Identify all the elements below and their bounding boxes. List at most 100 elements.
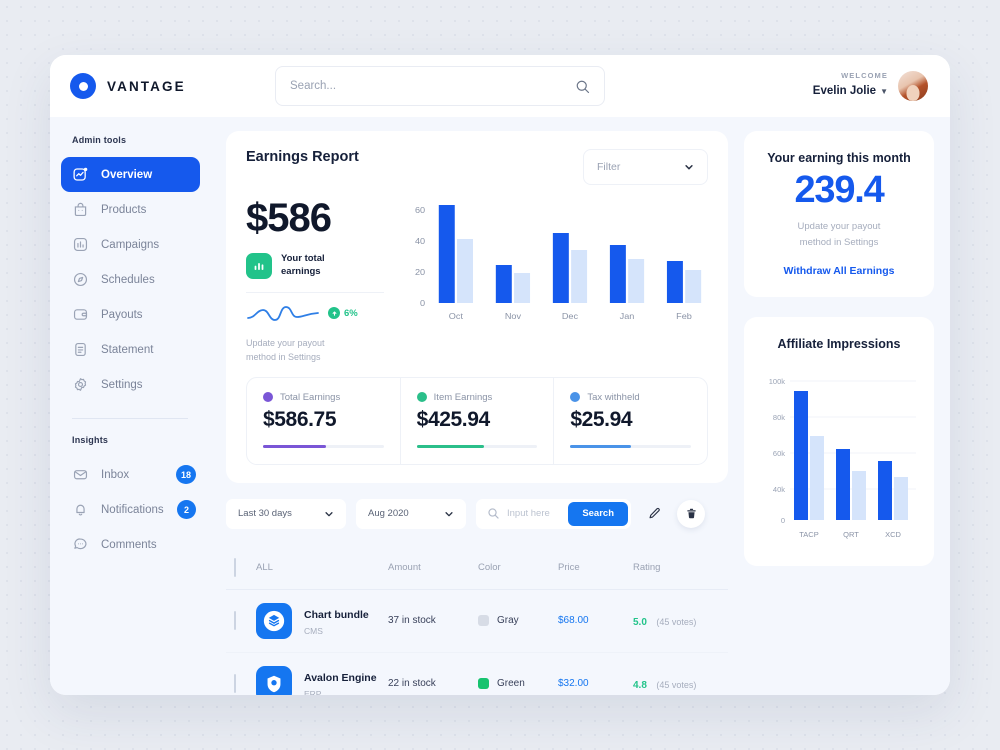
global-search[interactable]	[275, 66, 605, 106]
svg-text:100k: 100k	[769, 377, 786, 386]
product-rating-cell: 5.0 (45 votes)	[633, 612, 728, 630]
date-range-dropdown[interactable]: Last 30 days	[226, 498, 346, 529]
avatar[interactable]	[898, 70, 928, 101]
sidebar-item-label: Notifications	[101, 503, 164, 516]
search-input[interactable]	[290, 80, 575, 92]
sidebar-item-label: Statement	[101, 343, 154, 356]
row-checkbox[interactable]	[234, 610, 236, 630]
svg-text:Jan: Jan	[620, 312, 635, 321]
month-label: Aug 2020	[368, 508, 409, 520]
sidebar-divider	[72, 418, 188, 419]
stat-progress	[570, 444, 692, 448]
sidebar-item-label: Overview	[101, 168, 153, 181]
table-search-input[interactable]	[507, 508, 562, 520]
chevron-down-icon	[444, 509, 454, 519]
stat-label: Tax withheld	[587, 391, 640, 403]
sidebar-item-schedules[interactable]: Schedules	[61, 262, 200, 297]
product-amount: 37 in stock	[388, 615, 436, 627]
select-all-checkbox[interactable]	[234, 557, 236, 577]
notifications-badge: 2	[177, 500, 196, 519]
stat-tax-withheld: Tax withheld $25.94	[554, 378, 707, 464]
envelope-icon	[72, 466, 89, 483]
total-earnings-label: Your total earnings	[281, 253, 325, 277]
total-earnings-row: Your total earnings	[246, 253, 396, 279]
svg-text:Feb: Feb	[676, 312, 692, 321]
table-row[interactable]: Chart bundle CMS 37 in stock Gray $68.00…	[226, 590, 728, 653]
color-swatch	[478, 615, 489, 627]
table-row[interactable]: Avalon Engine ERP 22 in stock Green $32.…	[226, 653, 728, 695]
filter-label: Filter	[597, 161, 621, 173]
rating-votes: (45 votes)	[656, 616, 697, 627]
product-category: CMS	[304, 626, 323, 637]
row-checkbox[interactable]	[234, 673, 236, 693]
document-icon	[72, 341, 89, 358]
svg-text:60k: 60k	[773, 449, 785, 458]
sidebar-item-settings[interactable]: Settings	[61, 367, 200, 402]
sidebar-item-products[interactable]: Products	[61, 192, 200, 227]
payout-note: Update your payout method in Settings	[246, 338, 325, 363]
product-name: Chart bundle	[304, 609, 369, 622]
bag-icon	[72, 201, 89, 218]
svg-text:TACP: TACP	[799, 530, 818, 539]
search-icon	[575, 79, 590, 94]
month-dropdown[interactable]: Aug 2020	[356, 498, 466, 529]
user-text: WELCOME Evelin Jolie ▼	[813, 71, 888, 102]
compass-icon	[72, 271, 89, 288]
chevron-down-icon[interactable]: ▼	[880, 87, 888, 97]
table-toolbar: Last 30 days Aug 2020 Input here Search	[226, 498, 728, 529]
sidebar-item-notifications[interactable]: Notifications 2	[61, 492, 200, 527]
withdraw-all-earnings-link[interactable]: Withdraw All Earnings	[760, 265, 918, 277]
sidebar-item-statement[interactable]: Statement	[61, 332, 200, 367]
app-window: VANTAGE WELCOME Evelin Jolie▼ Admin tool…	[50, 55, 950, 695]
comment-icon	[72, 536, 89, 553]
svg-text:Dec: Dec	[562, 312, 579, 321]
stat-label: Item Earnings	[433, 391, 493, 403]
stat-value: $25.94	[570, 407, 633, 431]
sidebar-item-campaigns[interactable]: Campaigns	[61, 227, 200, 262]
card-title: Your earning this month	[767, 151, 911, 165]
product-color-cell: Green	[478, 678, 558, 690]
color-name: Green	[497, 678, 525, 690]
svg-text:60: 60	[415, 206, 425, 215]
svg-text:40k: 40k	[773, 485, 785, 494]
products-table: ALL Amount Color Price Rating Chart bund…	[226, 549, 728, 695]
product-cell: Avalon Engine ERP	[256, 665, 388, 695]
product-cell: Chart bundle CMS	[256, 602, 388, 639]
stat-label: Total Earnings	[280, 391, 341, 403]
earnings-report-card: Earnings Report Filter $586 Your total e…	[226, 131, 728, 483]
sidebar-item-payouts[interactable]: Payouts	[61, 297, 200, 332]
stat-value: $586.75	[263, 407, 337, 431]
bell-icon	[72, 501, 89, 518]
sidebar-item-comments[interactable]: Comments	[61, 527, 200, 562]
svg-text:20: 20	[415, 268, 425, 277]
sidebar-item-overview[interactable]: Overview	[61, 157, 200, 192]
user-menu[interactable]: WELCOME Evelin Jolie ▼	[813, 71, 928, 102]
earnings-amount: $586	[246, 196, 332, 240]
sidebar-item-inbox[interactable]: Inbox 18	[61, 457, 200, 492]
stat-total-earnings: Total Earnings $586.75	[247, 377, 401, 464]
product-amount: 22 in stock	[388, 678, 436, 690]
affiliate-impressions-chart: 100k 80k 60k 40k 0 TACP QRT XCD	[756, 365, 922, 550]
main-content: Earnings Report Filter $586 Your total e…	[210, 117, 950, 695]
color-swatch	[478, 678, 489, 690]
row-select-cell	[226, 610, 256, 630]
bar-chart-icon	[72, 236, 89, 253]
delete-button[interactable]	[677, 499, 705, 528]
card-title: Affiliate Impressions	[777, 337, 901, 352]
bar-chart-green-icon	[246, 253, 272, 279]
welcome-label: WELCOME	[841, 70, 888, 80]
brand-logo[interactable]: VANTAGE	[70, 73, 230, 99]
search-button[interactable]: Search	[568, 501, 628, 526]
sidebar-item-label: Inbox	[101, 468, 130, 481]
brand-name: VANTAGE	[107, 78, 186, 94]
chevron-down-icon	[324, 509, 334, 519]
edit-button[interactable]	[641, 501, 667, 527]
product-rating-cell: 4.8 (45 votes)	[633, 675, 728, 693]
stats-row: Total Earnings $586.75 Item Earnings $42…	[246, 376, 708, 465]
filter-dropdown[interactable]: Filter	[583, 149, 708, 185]
product-price: $32.00	[558, 678, 589, 690]
table-search[interactable]: Search	[476, 498, 631, 529]
sidebar-item-label: Comments	[101, 538, 157, 551]
left-column: Earnings Report Filter $586 Your total e…	[226, 131, 728, 695]
inbox-badge: 18	[175, 465, 196, 484]
